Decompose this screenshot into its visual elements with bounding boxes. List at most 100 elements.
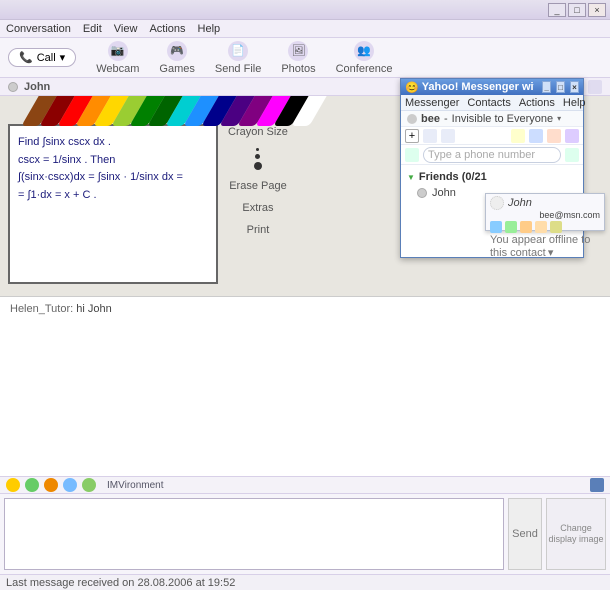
wb-line3: ∫(sinx·cscx)dx = ∫sinx · 1/sinx dx = xyxy=(18,169,208,187)
whiteboard-controls: Crayon Size Erase Page Extras Print xyxy=(228,126,288,288)
dial-button[interactable] xyxy=(565,148,579,162)
webcam-icon: 📷 xyxy=(108,41,128,61)
menu-help[interactable]: Help xyxy=(198,23,221,35)
friends-group-header[interactable]: ▼ Friends (0/21 xyxy=(403,169,581,185)
msgr-menu-help[interactable]: Help xyxy=(563,97,586,109)
cc-sms-icon[interactable] xyxy=(520,221,532,233)
msgr-tool-6[interactable] xyxy=(547,129,561,143)
chat-sender: Helen_Tutor: xyxy=(10,303,73,315)
msgr-minimize[interactable]: _ xyxy=(542,81,551,93)
extras-button[interactable]: Extras xyxy=(242,202,273,214)
profile-icon[interactable] xyxy=(590,478,604,492)
call-button[interactable]: 📞 Call ▾ xyxy=(8,48,76,67)
cc-im-icon[interactable] xyxy=(490,221,502,233)
erase-button[interactable]: Erase Page xyxy=(229,180,286,192)
crayon-size-label[interactable]: Crayon Size xyxy=(228,126,288,138)
emoji-toolbar: IMVironment xyxy=(0,476,610,494)
expand-icon: ▼ xyxy=(407,173,415,182)
send-button[interactable]: Send xyxy=(508,498,542,570)
wb-line4: = ∫1·dx = x + C . xyxy=(18,187,208,205)
phone-input[interactable]: Type a phone number xyxy=(423,147,561,163)
emoji-2-icon[interactable] xyxy=(25,478,39,492)
emoji-4-icon[interactable] xyxy=(63,478,77,492)
call-label: Call xyxy=(37,52,56,64)
msgr-tool-7[interactable] xyxy=(565,129,579,143)
conference-label: Conference xyxy=(336,63,393,75)
conference-button[interactable]: 👥 Conference xyxy=(336,41,393,75)
messenger-titlebar[interactable]: 😊 Yahoo! Messenger with Voice (BETA) _ □… xyxy=(401,79,583,95)
msgr-tool-2[interactable] xyxy=(423,129,437,143)
cc-more-icon[interactable] xyxy=(550,221,562,233)
messenger-status-row[interactable]: bee - Invisible to Everyone ▾ xyxy=(401,111,583,127)
close-button[interactable]: × xyxy=(588,3,606,17)
cc-mail-icon[interactable] xyxy=(535,221,547,233)
msgr-menu-messenger[interactable]: Messenger xyxy=(405,97,459,109)
titlebar: _ □ × xyxy=(0,0,610,20)
status-bar: Last message received on 28.08.2006 at 1… xyxy=(0,574,610,590)
emoji-5-icon[interactable] xyxy=(82,478,96,492)
contact-card: John bee@msn.com You appear offline to t… xyxy=(485,193,605,231)
phone-icon: 📞 xyxy=(19,51,33,64)
mail-icon[interactable] xyxy=(511,129,525,143)
size-small[interactable] xyxy=(256,148,259,151)
message-input[interactable] xyxy=(4,498,504,570)
wb-line1: Find ∫sinx cscx dx . xyxy=(18,134,208,152)
cc-call-icon[interactable] xyxy=(505,221,517,233)
phone-row: Type a phone number xyxy=(401,145,583,165)
crayon-row[interactable] xyxy=(30,96,330,126)
msgr-maximize[interactable]: □ xyxy=(556,81,565,93)
messenger-username: bee xyxy=(421,113,440,125)
conference-icon: 👥 xyxy=(354,41,374,61)
messenger-title: Yahoo! Messenger with Voice (BETA) xyxy=(422,81,534,93)
yahoo-icon: 😊 xyxy=(405,81,419,94)
chevron-down-icon: ▾ xyxy=(557,114,561,123)
whiteboard-canvas[interactable]: Find ∫sinx cscx dx . cscx = 1/sinx . The… xyxy=(8,124,218,284)
sendfile-button[interactable]: 📄Send File xyxy=(215,41,261,75)
messenger-toolbar: + xyxy=(401,127,583,145)
games-icon: 🎮 xyxy=(167,41,187,61)
wb-line2: cscx = 1/sinx . Then xyxy=(18,152,208,170)
msgr-menu-contacts[interactable]: Contacts xyxy=(467,97,510,109)
msgr-tool-3[interactable] xyxy=(441,129,455,143)
maximize-button[interactable]: □ xyxy=(568,3,586,17)
messenger-menubar: Messenger Contacts Actions Help xyxy=(401,95,583,111)
presence-icon xyxy=(8,82,18,92)
cc-name: John xyxy=(508,197,532,209)
hdr-icon-4[interactable] xyxy=(588,80,602,94)
menu-conversation[interactable]: Conversation xyxy=(6,23,71,35)
friend-name: John xyxy=(432,187,456,199)
menu-edit[interactable]: Edit xyxy=(83,23,102,35)
msgr-menu-actions[interactable]: Actions xyxy=(519,97,555,109)
games-label: Games xyxy=(159,63,194,75)
size-selector[interactable] xyxy=(254,148,262,170)
change-display-image[interactable]: Change display image xyxy=(546,498,606,570)
games-button[interactable]: 🎮 Games xyxy=(159,41,194,75)
minimize-button[interactable]: _ xyxy=(548,3,566,17)
photos-icon: 🖼 xyxy=(288,41,308,61)
print-button[interactable]: Print xyxy=(247,224,270,236)
photos-label: Photos xyxy=(281,63,315,75)
toolbar: 📞 Call ▾ 📷 Webcam 🎮 Games 📄Send File 🖼 Phot… xyxy=(0,38,610,78)
chat-history: Helen_Tutor: hi John xyxy=(0,296,610,476)
chat-message: Helen_Tutor: hi John xyxy=(10,303,600,315)
cc-action-icons xyxy=(490,221,600,233)
emoji-3-icon[interactable] xyxy=(44,478,58,492)
imvironment-button[interactable]: IMVironment xyxy=(107,480,164,491)
menu-actions[interactable]: Actions xyxy=(149,23,185,35)
add-contact-button[interactable]: + xyxy=(405,129,419,143)
sendfile-icon: 📄 xyxy=(228,41,248,61)
webcam-button[interactable]: 📷 Webcam xyxy=(96,41,139,75)
status-presence-icon xyxy=(407,114,417,124)
photos-button[interactable]: 🖼 Photos xyxy=(281,41,315,75)
phone-icon[interactable] xyxy=(405,148,419,162)
smiley-icon[interactable] xyxy=(6,478,20,492)
avatar xyxy=(490,196,504,210)
cc-status-note: You appear offline to this contact ▾ xyxy=(490,234,600,259)
size-medium[interactable] xyxy=(255,154,260,159)
msgr-tool-5[interactable] xyxy=(529,129,543,143)
menu-view[interactable]: View xyxy=(114,23,138,35)
size-large[interactable] xyxy=(254,162,262,170)
chevron-down-icon[interactable]: ▾ xyxy=(548,247,554,259)
msgr-close[interactable]: × xyxy=(570,81,579,93)
webcam-label: Webcam xyxy=(96,63,139,75)
